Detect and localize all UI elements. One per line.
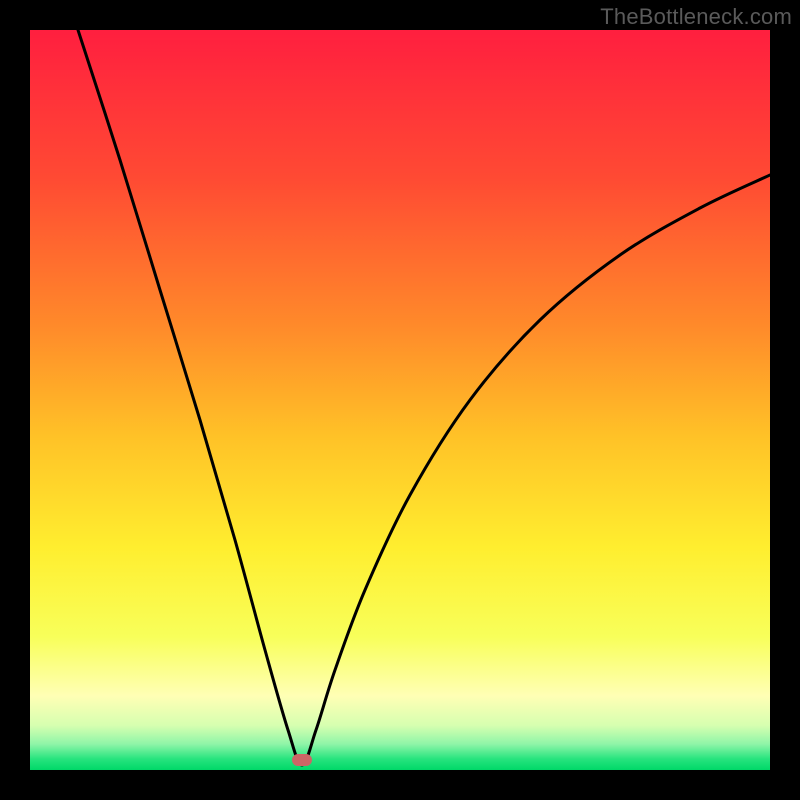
bottleneck-curve — [30, 30, 770, 770]
optimum-marker — [292, 754, 312, 766]
attribution-text: TheBottleneck.com — [600, 4, 792, 30]
plot-area — [30, 30, 770, 770]
